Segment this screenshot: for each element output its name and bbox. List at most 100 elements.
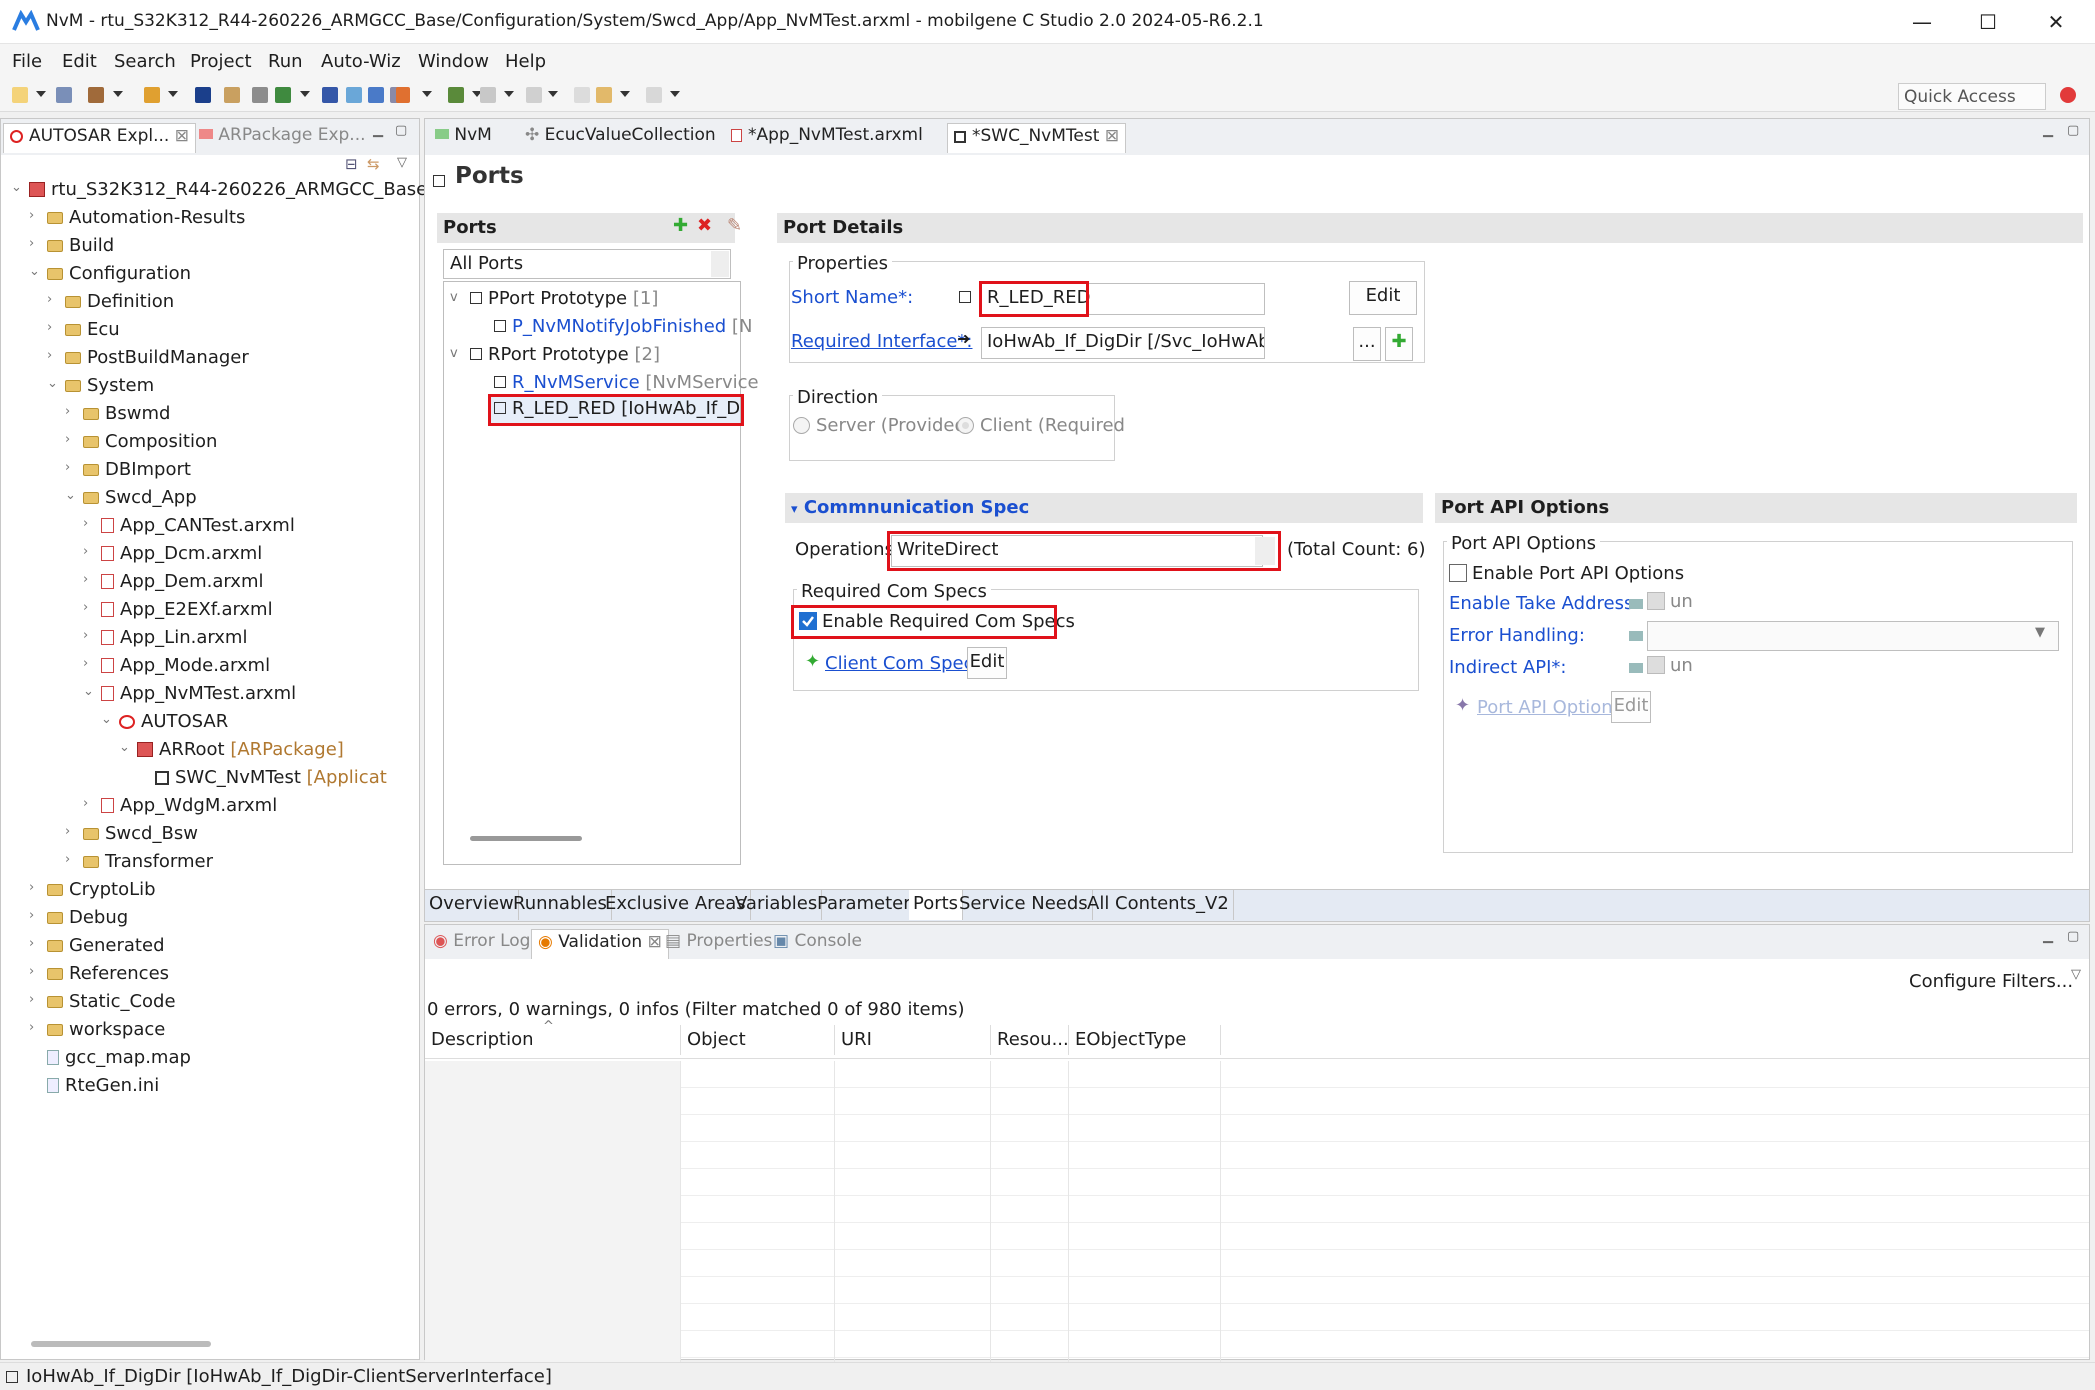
page-tab-all-contents[interactable]: All Contents_V2	[1083, 890, 1234, 920]
tree-item[interactable]: › Composition	[65, 431, 217, 457]
port-item-r-nvmservice[interactable]: R_NvMService [NvMService	[494, 372, 759, 393]
page-tab-exclusive-areas[interactable]: Exclusive Areas	[601, 890, 751, 920]
close-tab-icon[interactable]: ⊠	[1105, 126, 1119, 146]
book-icon[interactable]	[322, 87, 338, 103]
collapse-pport-icon[interactable]: v	[450, 291, 462, 304]
tree-item[interactable]: › App_Dem.arxml	[83, 571, 264, 597]
menu-auto-wiz[interactable]: Auto-Wiz	[321, 51, 401, 72]
maximize-editor-icon[interactable]: ▢	[2067, 123, 2079, 138]
tab-properties[interactable]: ▤ Properties	[659, 929, 778, 959]
quick-access-field[interactable]: Quick Access	[1898, 83, 2046, 110]
expand-icon[interactable]: ›	[65, 853, 77, 866]
short-name-edit-button[interactable]: Edit	[1349, 281, 1417, 315]
expand-icon[interactable]: ›	[65, 433, 77, 446]
minimize-editor-icon[interactable]: ▁	[2043, 123, 2053, 138]
tree-item[interactable]: RteGen.ini	[29, 1075, 159, 1101]
wizard-dropdown-icon[interactable]	[168, 91, 178, 97]
collapse-icon[interactable]: ⌄	[11, 181, 23, 194]
collapse-icon[interactable]: ⌄	[101, 713, 113, 726]
collapse-icon[interactable]: ⌄	[119, 741, 131, 754]
rename-port-icon[interactable]: ✎	[727, 215, 742, 236]
close-button[interactable]: ✕	[2024, 0, 2088, 44]
build-dropdown-icon[interactable]	[113, 91, 123, 97]
required-interface-link[interactable]: Required Interface*:	[791, 331, 973, 352]
person-icon[interactable]	[368, 87, 384, 103]
server-provided-radio[interactable]: Server (Provided	[793, 415, 966, 436]
tree-item[interactable]: › Transformer	[65, 851, 213, 877]
expand-icon[interactable]: ›	[29, 209, 41, 222]
rport-prototype-node[interactable]: RPort Prototype [2]	[470, 344, 660, 365]
expand-icon[interactable]: ›	[65, 825, 77, 838]
tree-item[interactable]: › App_Lin.arxml	[83, 627, 247, 653]
expand-icon[interactable]: ›	[65, 405, 77, 418]
view-menu-icon[interactable]: ▽	[397, 155, 407, 170]
tool-icon[interactable]	[224, 87, 240, 103]
delete-port-icon[interactable]: ✖	[697, 215, 712, 236]
required-interface-field[interactable]: IoHwAb_If_DigDir [/Svc_IoHwAb/ClientServ…	[981, 327, 1265, 359]
tree-item[interactable]: › Debug	[29, 907, 128, 933]
menu-project[interactable]: Project	[190, 51, 252, 72]
expand-icon[interactable]: ›	[65, 461, 77, 474]
pport-prototype-node[interactable]: PPort Prototype [1]	[470, 288, 658, 309]
tab-console[interactable]: ▣ Console	[767, 929, 868, 959]
indirect-api-checkbox[interactable]: un	[1647, 655, 1693, 676]
tree-item[interactable]: › References	[29, 963, 169, 989]
terminal-icon[interactable]	[195, 87, 211, 103]
new-dropdown-icon[interactable]	[36, 91, 46, 97]
expand-icon[interactable]: ›	[83, 545, 95, 558]
menu-file[interactable]: File	[12, 51, 42, 72]
minimize-views-icon[interactable]: ▁	[2043, 929, 2053, 944]
build-icon[interactable]	[88, 87, 104, 103]
maximize-button[interactable]: ☐	[1956, 0, 2020, 44]
tab-arpackage-explorer[interactable]: ARPackage Exp...	[193, 123, 372, 153]
collapse-rport-icon[interactable]: v	[450, 347, 462, 360]
expand-icon[interactable]: ›	[83, 517, 95, 530]
expand-icon[interactable]: ›	[29, 1021, 41, 1034]
tree-item[interactable]: › App_Mode.arxml	[83, 655, 270, 681]
tree-item[interactable]: SWC_NvMTest [Applicat	[137, 767, 387, 793]
tab-autosar-explorer[interactable]: AUTOSAR Expl... ⊠	[3, 123, 196, 153]
link-icon[interactable]	[448, 87, 464, 103]
window-icon[interactable]	[346, 87, 362, 103]
collapse-icon[interactable]: ⌄	[83, 685, 95, 698]
tree-item[interactable]: › CryptoLib	[29, 879, 156, 905]
column-object[interactable]: Object	[681, 1025, 835, 1055]
collapse-icon[interactable]: ⌄	[29, 265, 41, 278]
collapse-icon[interactable]: ⌄	[65, 489, 77, 502]
port-api-option-edit-button[interactable]: Edit	[1611, 691, 1651, 723]
column-description[interactable]: Description ^	[425, 1019, 681, 1055]
expand-icon[interactable]: ›	[83, 797, 95, 810]
expand-icon[interactable]: ›	[29, 881, 41, 894]
tab-nvm[interactable]: NvM	[429, 123, 498, 153]
tree-item[interactable]: › App_CANTest.arxml	[83, 515, 295, 541]
menu-edit[interactable]: Edit	[62, 51, 97, 72]
tree-item[interactable]: ⌄ Swcd_App	[65, 487, 197, 513]
debug-dropdown-icon[interactable]	[422, 91, 432, 97]
tab-error-log[interactable]: ◉ Error Log	[427, 929, 536, 959]
tree-item[interactable]: › Generated	[29, 935, 165, 961]
expand-icon[interactable]: ›	[83, 629, 95, 642]
page-tab-service-needs[interactable]: Service Needs	[955, 890, 1093, 920]
error-handling-select[interactable]	[1647, 621, 2059, 651]
tree-item[interactable]: ⌄ App_NvMTest.arxml	[83, 683, 296, 709]
page-tab-runnables[interactable]: Runnables	[509, 890, 612, 920]
tree-item[interactable]: › workspace	[29, 1019, 165, 1045]
expand-icon[interactable]: ›	[29, 909, 41, 922]
tab-swc-nvmtest[interactable]: *SWC_NvMTest ⊠	[947, 123, 1127, 153]
add-interface-icon[interactable]: ✚	[1385, 327, 1413, 361]
expand-icon[interactable]: ›	[83, 573, 95, 586]
horizontal-scrollbar[interactable]	[31, 1341, 211, 1347]
maximize-views-icon[interactable]: ▢	[2067, 929, 2079, 944]
tree-item[interactable]: › Static_Code	[29, 991, 176, 1017]
column-resource[interactable]: Resou...	[991, 1025, 1069, 1055]
minimize-button[interactable]: —	[1890, 0, 1954, 44]
autosar-perspective-icon[interactable]	[2060, 87, 2076, 103]
next-edit-icon[interactable]	[526, 87, 542, 103]
forward-dropdown-icon[interactable]	[670, 91, 680, 97]
error-handling-dropdown-icon[interactable]: ▼	[2035, 625, 2045, 640]
tab-app-nvmtest[interactable]: *App_NvMTest.arxml	[725, 123, 929, 153]
tree-item[interactable]: ⌄ rtu_S32K312_R44-260226_ARMGCC_Base	[11, 179, 427, 205]
collapse-all-icon[interactable]: ⊟	[345, 155, 358, 173]
tree-item[interactable]: › DBImport	[65, 459, 191, 485]
menu-window[interactable]: Window	[418, 51, 489, 72]
